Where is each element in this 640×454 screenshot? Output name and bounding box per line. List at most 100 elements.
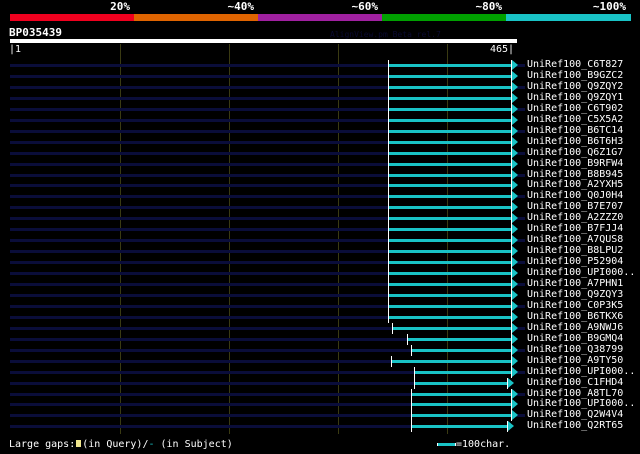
- arrow-right-icon: [512, 322, 518, 333]
- scale-label: =100char.: [456, 439, 511, 450]
- hit-label[interactable]: UniRef100_B6TKX6: [527, 311, 623, 322]
- hit-row[interactable]: UniRef100_Q2RT65: [0, 420, 640, 433]
- hit-start-mark: [406, 333, 408, 345]
- arrow-right-icon: [512, 268, 518, 279]
- hit-bar[interactable]: [388, 195, 512, 199]
- hit-label[interactable]: UniRef100_UPI000..: [527, 366, 635, 377]
- hit-bar[interactable]: [388, 118, 512, 122]
- hit-bar[interactable]: [388, 85, 512, 89]
- query-gap-icon: [76, 440, 82, 447]
- legend-color-bar: [258, 14, 382, 21]
- hit-bar[interactable]: [388, 206, 512, 210]
- hit-label[interactable]: UniRef100_UPI000..: [527, 398, 635, 409]
- arrow-right-icon: [512, 300, 518, 311]
- hit-label[interactable]: UniRef100_B9GMQ4: [527, 333, 623, 344]
- hit-label[interactable]: UniRef100_Q0J0H4: [527, 190, 623, 201]
- hit-bar[interactable]: [388, 272, 512, 276]
- hit-bar[interactable]: [388, 239, 512, 243]
- legend-label: ~100%: [592, 0, 626, 13]
- hit-label[interactable]: UniRef100_Q38799: [527, 344, 623, 355]
- hit-bar[interactable]: [411, 348, 512, 352]
- hit-bar[interactable]: [411, 392, 512, 396]
- hit-bar[interactable]: [411, 403, 512, 407]
- hit-label[interactable]: UniRef100_B8B945: [527, 169, 623, 180]
- hit-bar[interactable]: [391, 359, 512, 363]
- hit-bar[interactable]: [388, 304, 512, 308]
- hit-label[interactable]: UniRef100_A2YXH5: [527, 179, 623, 190]
- hit-bar[interactable]: [388, 217, 512, 221]
- hit-start-mark: [392, 322, 394, 334]
- hit-label[interactable]: UniRef100_Q9ZQY2: [527, 81, 623, 92]
- hit-bar[interactable]: [388, 151, 512, 155]
- arrow-right-icon: [512, 410, 518, 421]
- hit-label[interactable]: UniRef100_B8LPU2: [527, 245, 623, 256]
- hit-label[interactable]: UniRef100_A9TY50: [527, 355, 623, 366]
- hit-label[interactable]: UniRef100_C1FHD4: [527, 377, 623, 388]
- hit-label[interactable]: UniRef100_C0P3K5: [527, 300, 623, 311]
- hit-bar[interactable]: [388, 293, 512, 297]
- arrow-right-icon: [512, 92, 518, 103]
- hit-start-mark: [391, 355, 393, 367]
- hit-label[interactable]: UniRef100_Q2RT65: [527, 420, 623, 431]
- arrow-right-icon: [512, 355, 518, 366]
- hit-start-mark: [388, 81, 390, 93]
- hit-bar[interactable]: [388, 64, 512, 67]
- hit-bar[interactable]: [388, 140, 512, 144]
- hit-label[interactable]: UniRef100_UPI000..: [527, 267, 635, 278]
- hit-start-mark: [414, 366, 416, 378]
- hit-bar[interactable]: [414, 381, 508, 385]
- hit-label[interactable]: UniRef100_C6T827: [527, 59, 623, 70]
- hit-bar[interactable]: [388, 261, 512, 265]
- hit-bar[interactable]: [388, 250, 512, 254]
- hit-label[interactable]: UniRef100_A2ZZZ0: [527, 212, 623, 223]
- hit-bar[interactable]: [388, 74, 512, 78]
- hit-start-mark: [411, 344, 412, 356]
- hit-label[interactable]: UniRef100_P52904: [527, 256, 623, 267]
- arrow-right-icon: [512, 333, 518, 344]
- hit-start-mark: [414, 377, 416, 389]
- hit-label[interactable]: UniRef100_A8TL70: [527, 388, 623, 399]
- hit-label[interactable]: UniRef100_B9RFW4: [527, 158, 623, 169]
- hit-label[interactable]: UniRef100_Q2W4V4: [527, 409, 623, 420]
- query-track: [10, 206, 389, 210]
- hit-bar[interactable]: [388, 96, 512, 100]
- hit-bar[interactable]: [406, 337, 512, 341]
- hit-bar[interactable]: [388, 184, 512, 188]
- query-track: [10, 74, 389, 78]
- hit-bar[interactable]: [388, 228, 512, 232]
- hit-start-mark: [388, 311, 390, 323]
- arrow-right-icon: [512, 147, 518, 158]
- hit-label[interactable]: UniRef100_C6T902: [527, 103, 623, 114]
- hit-label[interactable]: UniRef100_C5X5A2: [527, 114, 623, 125]
- hit-label[interactable]: UniRef100_A9NWJ6: [527, 322, 623, 333]
- hit-start-mark: [388, 125, 390, 137]
- hit-bar[interactable]: [411, 414, 512, 418]
- hit-bar[interactable]: [392, 326, 512, 330]
- hit-bar[interactable]: [388, 129, 512, 133]
- hit-bar[interactable]: [388, 315, 512, 319]
- hit-label[interactable]: UniRef100_Q6Z1G7: [527, 147, 623, 158]
- hit-bar[interactable]: [388, 283, 512, 286]
- hit-start-mark: [411, 421, 412, 433]
- hit-start-mark: [411, 388, 412, 400]
- legend-label: ~60%: [351, 0, 379, 13]
- hit-label[interactable]: UniRef100_Q9ZQY1: [527, 92, 623, 103]
- hit-start-mark: [388, 191, 390, 203]
- hit-bar[interactable]: [411, 425, 508, 429]
- hit-bar[interactable]: [388, 162, 512, 166]
- hit-bar[interactable]: [388, 107, 512, 111]
- hit-label[interactable]: UniRef100_B7E707: [527, 201, 623, 212]
- query-bar: [10, 39, 517, 43]
- hit-label[interactable]: UniRef100_B6TC14: [527, 125, 623, 136]
- hit-label[interactable]: UniRef100_B9GZC2: [527, 70, 623, 81]
- hit-label[interactable]: UniRef100_B6T6H3: [527, 136, 623, 147]
- hit-start-mark: [388, 147, 390, 159]
- hit-label[interactable]: UniRef100_Q9ZQY3: [527, 289, 623, 300]
- hit-bar[interactable]: [414, 370, 512, 374]
- hit-label[interactable]: UniRef100_B7FJJ4: [527, 223, 623, 234]
- hit-start-mark: [388, 235, 390, 247]
- hit-label[interactable]: UniRef100_A7PHN1: [527, 278, 623, 289]
- hit-label[interactable]: UniRef100_A7QUS8: [527, 234, 623, 245]
- hit-bar[interactable]: [388, 173, 512, 177]
- hit-start-mark: [388, 268, 390, 280]
